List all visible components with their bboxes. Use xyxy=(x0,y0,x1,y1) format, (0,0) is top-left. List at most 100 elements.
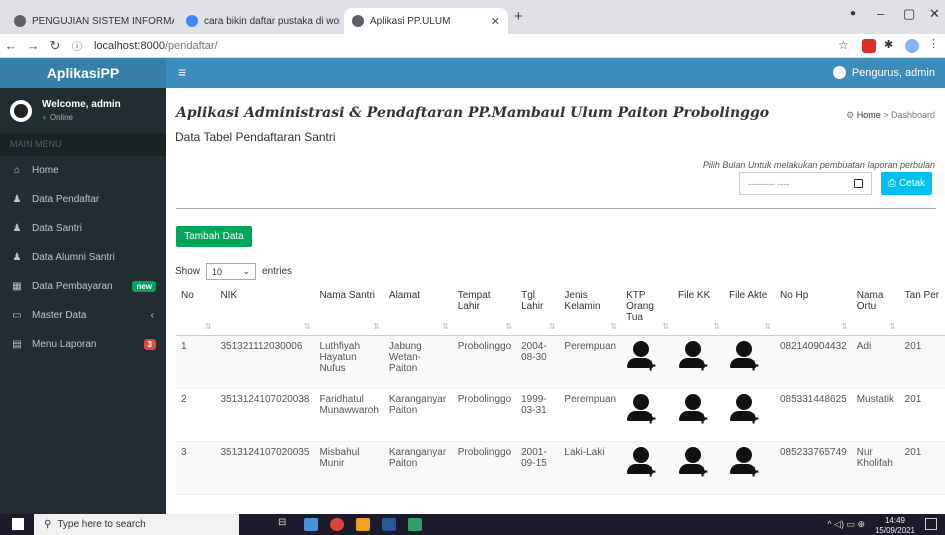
profile-icon[interactable]: ● xyxy=(850,8,856,19)
clock-time: 14:49 xyxy=(884,516,905,525)
column-header[interactable]: Tan Per xyxy=(899,285,945,336)
add-user-icon[interactable]: + xyxy=(626,340,656,376)
cell-no: 1 xyxy=(176,335,216,389)
cell-nama: Misbahul Munir xyxy=(314,441,384,495)
cell-akte: + xyxy=(724,388,775,442)
close-window-button[interactable]: ✕ xyxy=(929,6,940,22)
account-menu[interactable]: Pengurus, admin xyxy=(832,66,935,79)
add-user-icon[interactable]: + xyxy=(626,393,656,429)
cell-tgl: 2004- 08-30 xyxy=(516,335,560,389)
month-input[interactable]: --------- ---- xyxy=(739,172,872,195)
notification-icon[interactable] xyxy=(925,518,937,530)
minimize-button[interactable]: – xyxy=(877,6,884,21)
sublime-icon[interactable] xyxy=(356,518,370,531)
browser-tab-title: cara bikin daftar pustaka di word xyxy=(204,15,340,27)
reload-icon[interactable]: ↻ xyxy=(44,38,66,54)
main-content: Aplikasi Administrasi & Pendaftaran PP.M… xyxy=(166,88,945,514)
sort-icon: ⇅ xyxy=(373,321,380,331)
column-header[interactable]: File Akte ⇅ xyxy=(724,285,775,336)
column-header[interactable]: Alamat ⇅ xyxy=(383,285,453,336)
column-header[interactable]: Nama Ortu ⇅ xyxy=(851,285,900,336)
browser-tab[interactable]: cara bikin daftar pustaka di word ✕ xyxy=(178,8,340,34)
user-icon: ♟ xyxy=(12,252,22,263)
sort-icon: ⇅ xyxy=(713,321,720,331)
table-row: 3 3513124107020035 Misbahul Munir Karang… xyxy=(176,441,945,495)
url-field[interactable]: localhost:8000/pendaftar/ xyxy=(94,40,218,52)
column-header[interactable]: Nama Santri ⇅ xyxy=(314,285,384,336)
url-host: localhost:8000 xyxy=(94,39,165,52)
star-icon[interactable]: ☆ xyxy=(838,38,852,52)
new-tab-button[interactable]: + xyxy=(514,8,523,25)
app-logo[interactable]: AplikasiPP xyxy=(0,58,166,88)
column-header[interactable]: Tempat Lahir ⇅ xyxy=(452,285,517,336)
taskbar: ⚲ Type here to search ⊟ ^ ◁) ▭ ⊕ 14:49 1… xyxy=(0,514,945,535)
windows-start-icon[interactable] xyxy=(12,518,24,530)
clock[interactable]: 14:49 15/09/2021 xyxy=(875,516,915,535)
cell-kk: + xyxy=(673,441,724,495)
forward-icon[interactable]: → xyxy=(22,38,44,53)
sort-icon: ⇅ xyxy=(303,321,311,331)
online-status: Online xyxy=(42,113,121,122)
hamburger-icon[interactable]: ≡ xyxy=(178,64,186,80)
santri-table: No ⇅ NIK ⇅ Nama Santri ⇅ Alamat ⇅ Tempat Lah… xyxy=(176,285,945,495)
add-user-icon[interactable]: + xyxy=(678,340,708,376)
system-tray[interactable]: ^ ◁) ▭ ⊕ xyxy=(827,519,865,530)
sort-icon: ⇅ xyxy=(610,321,618,331)
cell-tan: 201 xyxy=(899,441,945,495)
column-header[interactable]: File KK ⇅ xyxy=(673,285,724,336)
sidebar-item-home[interactable]: ⌂ Home xyxy=(0,156,166,185)
file-explorer-icon[interactable] xyxy=(304,518,318,531)
sidebar-item-menu-laporan[interactable]: ▤ Menu Laporan 3 xyxy=(0,330,166,359)
close-tab-icon[interactable]: ✕ xyxy=(491,15,500,28)
cell-no: 2 xyxy=(176,388,216,442)
sort-icon: ⇅ xyxy=(505,321,513,331)
column-header[interactable]: Tgl Lahir ⇅ xyxy=(516,285,560,336)
column-header[interactable]: NIK ⇅ xyxy=(215,285,315,336)
search-icon: ⚲ xyxy=(44,519,52,530)
sidebar-item-data-alumni[interactable]: ♟ Data Alumni Santri xyxy=(0,243,166,272)
sort-icon: ⇅ xyxy=(841,321,848,331)
browser-tab-title: PENGUJIAN SISTEM INFORMASI xyxy=(32,15,174,27)
sidebar-item-data-pembayaran[interactable]: ▦ Data Pembayaran new xyxy=(0,272,166,301)
extensions-icon[interactable]: ✱ xyxy=(884,38,898,52)
column-header[interactable]: KTP Orang Tua ⇅ xyxy=(621,285,674,336)
globe-icon xyxy=(352,15,364,27)
page-title: Aplikasi Administrasi & Pendaftaran PP.M… xyxy=(176,105,770,121)
column-header[interactable]: Jenis Kelamin ⇅ xyxy=(559,285,622,336)
top-navbar: ≡ Pengurus, admin xyxy=(166,58,945,88)
add-data-button[interactable]: Tambah Data xyxy=(176,226,252,247)
entries-select[interactable]: 10 ⌄ xyxy=(206,263,257,280)
more-icon[interactable]: ⋮ xyxy=(928,37,942,51)
add-user-icon[interactable]: + xyxy=(729,393,759,429)
add-user-icon[interactable]: + xyxy=(678,393,708,429)
browser-tab[interactable]: PENGUJIAN SISTEM INFORMASI ✕ xyxy=(6,8,174,34)
column-header[interactable]: No Hp ⇅ xyxy=(774,285,852,336)
pdf-extension-icon[interactable] xyxy=(862,39,876,53)
clock-date: 15/09/2021 xyxy=(874,525,915,535)
column-header[interactable]: No ⇅ xyxy=(176,285,216,336)
browser-tab-active[interactable]: Aplikasi PP.ULUM ✕ xyxy=(344,8,508,34)
task-view-icon[interactable]: ⊟ xyxy=(278,517,292,530)
info-icon[interactable]: ⓘ xyxy=(66,38,88,53)
sidebar-item-label: Data Alumni Santri xyxy=(32,252,115,263)
add-user-icon[interactable]: + xyxy=(729,340,759,376)
print-button[interactable]: ⎙ Cetak xyxy=(881,172,932,195)
word-icon[interactable] xyxy=(382,518,396,531)
maximize-button[interactable]: ▢ xyxy=(903,6,915,22)
calendar-icon[interactable] xyxy=(854,179,863,188)
sidebar-item-data-santri[interactable]: ♟ Data Santri xyxy=(0,214,166,243)
sidebar-item-data-pendaftar[interactable]: ♟ Data Pendaftar xyxy=(0,185,166,214)
breadcrumb-home[interactable]: Home xyxy=(857,110,881,120)
cell-ortu: Nur Kholifah xyxy=(851,441,900,495)
add-user-icon[interactable]: + xyxy=(626,446,656,482)
add-user-icon[interactable]: + xyxy=(678,446,708,482)
chrome-icon[interactable] xyxy=(330,518,344,531)
add-user-icon[interactable]: + xyxy=(729,446,759,482)
taskbar-search[interactable]: ⚲ Type here to search xyxy=(34,514,239,535)
app-icon[interactable] xyxy=(408,518,422,531)
user-icon: ♟ xyxy=(12,194,22,205)
sidebar-item-master-data[interactable]: ▭ Master Data ‹ xyxy=(0,301,166,330)
back-icon[interactable]: ← xyxy=(0,38,22,53)
chevron-down-icon: ⌄ xyxy=(242,266,251,276)
avatar[interactable] xyxy=(905,39,919,53)
